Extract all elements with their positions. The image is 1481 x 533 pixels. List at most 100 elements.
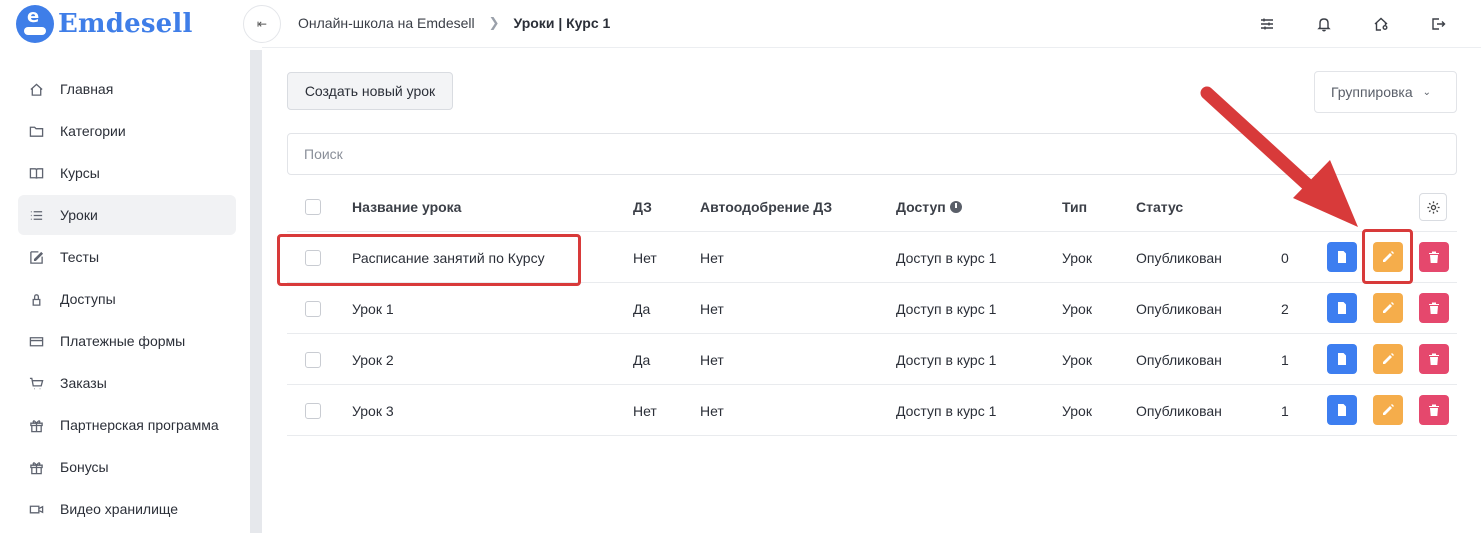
search-placeholder: Поиск (304, 146, 343, 162)
header-name[interactable]: Название урока (352, 181, 461, 232)
lesson-access: Доступ в курс 1 (896, 351, 997, 368)
breadcrumb-school[interactable]: Онлайн-школа на Emdesell (298, 15, 475, 31)
collapse-sidebar-button[interactable]: ⇤ (243, 5, 281, 43)
home-icon (28, 81, 44, 97)
edit-lesson-button[interactable] (1373, 293, 1403, 323)
logo-icon: e (16, 5, 54, 43)
credit-card-icon (28, 333, 44, 349)
delete-lesson-button[interactable] (1419, 395, 1449, 425)
lesson-access: Доступ в курс 1 (896, 300, 997, 317)
breadcrumb: Онлайн-школа на Emdesell ❯ Уроки | Курс … (298, 15, 610, 31)
lesson-name[interactable]: Урок 2 (352, 334, 394, 385)
sidebar-item-label: Платежные формы (60, 333, 186, 349)
trash-icon (1429, 404, 1439, 416)
lesson-count: 2 (1281, 300, 1289, 317)
lesson-auto-approve: Нет (700, 402, 724, 419)
sliders-icon[interactable] (1255, 12, 1279, 36)
row-checkbox[interactable] (305, 301, 321, 317)
lesson-access: Доступ в курс 1 (896, 249, 997, 266)
clock-icon (949, 200, 962, 213)
sidebar-nav: Главная Категории Курсы Уроки Тесты Дост… (18, 69, 236, 531)
sidebar-item-home[interactable]: Главная (18, 69, 236, 109)
sidebar-item-label: Заказы (60, 375, 107, 391)
lesson-homework: Да (633, 351, 651, 368)
lesson-count: 1 (1281, 351, 1289, 368)
trash-icon (1429, 302, 1439, 314)
lesson-access: Доступ в курс 1 (896, 402, 997, 419)
header-access-label: Доступ (896, 198, 946, 215)
sidebar-item-orders[interactable]: Заказы (18, 363, 236, 403)
header-auto-approve[interactable]: Автоодобрение ДЗ (700, 181, 832, 232)
lesson-type: Урок (1062, 249, 1092, 266)
lesson-type: Урок (1062, 351, 1092, 368)
pencil-icon (1383, 404, 1394, 415)
gear-icon (1426, 200, 1440, 214)
view-lesson-button[interactable] (1327, 242, 1357, 272)
book-icon (28, 165, 44, 181)
create-lesson-button[interactable]: Создать новый урок (287, 72, 453, 110)
grouping-select[interactable]: Группировка ⌄ (1314, 71, 1457, 113)
sidebar-item-courses[interactable]: Курсы (18, 153, 236, 193)
lesson-status: Опубликован (1136, 351, 1222, 368)
sidebar-item-label: Категории (60, 123, 126, 139)
logout-icon[interactable] (1426, 12, 1450, 36)
sidebar-item-lessons[interactable]: Уроки (18, 195, 236, 235)
sidebar-item-access[interactable]: Доступы (18, 279, 236, 319)
row-checkbox[interactable] (305, 352, 321, 368)
lessons-table: Название урока ДЗ Автоодобрение ДЗ Досту… (287, 181, 1457, 436)
view-lesson-button[interactable] (1327, 344, 1357, 374)
lesson-type: Урок (1062, 300, 1092, 317)
sidebar-item-video-storage[interactable]: Видео хранилище (18, 489, 236, 529)
pencil-icon (1383, 302, 1394, 313)
pencil-icon (1383, 353, 1394, 364)
lesson-auto-approve: Нет (700, 351, 724, 368)
row-checkbox[interactable] (305, 403, 321, 419)
lesson-auto-approve: Нет (700, 300, 724, 317)
delete-lesson-button[interactable] (1419, 293, 1449, 323)
delete-lesson-button[interactable] (1419, 242, 1449, 272)
lock-icon (28, 291, 44, 307)
lesson-homework: Да (633, 300, 651, 317)
chevron-down-icon: ⌄ (1422, 86, 1432, 98)
bell-icon[interactable] (1312, 12, 1336, 36)
view-lesson-button[interactable] (1327, 395, 1357, 425)
header-status[interactable]: Статус (1136, 181, 1183, 232)
sidebar-item-bonuses[interactable]: Бонусы (18, 447, 236, 487)
table-settings-button[interactable] (1419, 193, 1447, 221)
edit-lesson-button[interactable] (1373, 395, 1403, 425)
breadcrumb-current: Уроки | Курс 1 (513, 15, 611, 31)
lesson-homework: Нет (633, 402, 657, 419)
home-settings-icon[interactable] (1369, 12, 1393, 36)
lesson-homework: Нет (633, 249, 657, 266)
sidebar-item-tests[interactable]: Тесты (18, 237, 236, 277)
select-all-checkbox[interactable] (305, 199, 321, 215)
highlight-row-box (277, 234, 581, 286)
header-homework[interactable]: ДЗ (633, 181, 652, 232)
header-type[interactable]: Тип (1062, 181, 1087, 232)
folder-icon (28, 123, 44, 139)
search-input[interactable]: Поиск (287, 133, 1457, 175)
edit-lesson-button[interactable] (1373, 344, 1403, 374)
sidebar-item-partner-program[interactable]: Партнерская программа (18, 405, 236, 445)
lesson-name[interactable]: Урок 3 (352, 385, 394, 436)
view-lesson-button[interactable] (1327, 293, 1357, 323)
table-row: Урок 3 Нет Нет Доступ в курс 1 Урок Опуб… (287, 385, 1457, 436)
highlight-edit-box (1362, 229, 1413, 284)
sidebar-item-label: Тесты (60, 249, 100, 265)
delete-lesson-button[interactable] (1419, 344, 1449, 374)
sidebar-item-label: Курсы (60, 165, 100, 181)
logo[interactable]: e Emdesell (16, 4, 193, 44)
lesson-count: 1 (1281, 402, 1289, 419)
sidebar-item-payment-forms[interactable]: Платежные формы (18, 321, 236, 361)
collapse-icon: ⇤ (256, 17, 268, 31)
trash-icon (1429, 353, 1439, 365)
sidebar-item-label: Видео хранилище (60, 501, 179, 517)
lesson-status: Опубликован (1136, 249, 1222, 266)
table-row: Урок 1 Да Нет Доступ в курс 1 Урок Опубл… (287, 283, 1457, 334)
lesson-name[interactable]: Урок 1 (352, 283, 394, 334)
video-icon (28, 501, 44, 517)
sidebar-item-categories[interactable]: Категории (18, 111, 236, 151)
sidebar-scrollbar[interactable] (250, 50, 262, 533)
gift-icon (28, 417, 44, 433)
header-access[interactable]: Доступ (896, 181, 962, 232)
